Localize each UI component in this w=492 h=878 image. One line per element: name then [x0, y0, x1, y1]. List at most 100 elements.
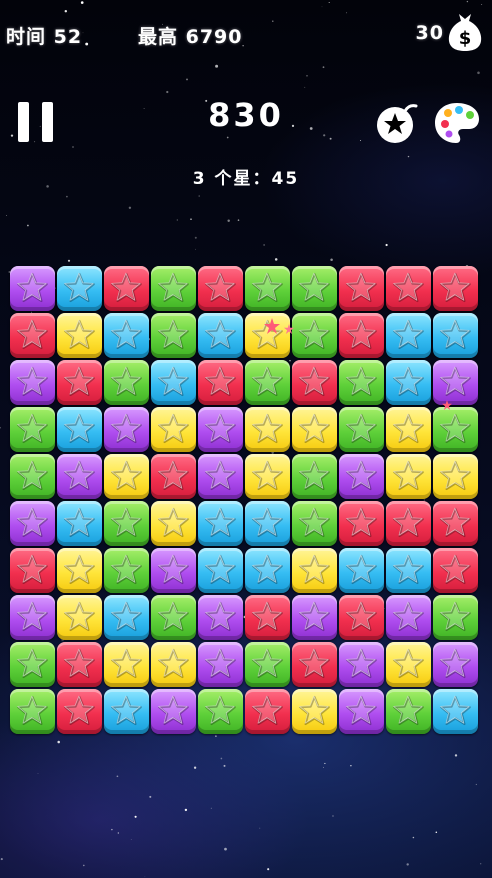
tile-green[interactable] — [151, 595, 196, 640]
tile-purple[interactable] — [10, 501, 55, 546]
tile-yellow[interactable] — [104, 642, 149, 687]
tile-purple[interactable] — [198, 407, 243, 452]
tile-blue[interactable] — [104, 689, 149, 734]
tile-red[interactable] — [433, 548, 478, 593]
tile-yellow[interactable] — [151, 642, 196, 687]
tile-red[interactable] — [339, 266, 384, 311]
tile-blue[interactable] — [151, 360, 196, 405]
tile-red[interactable] — [292, 360, 337, 405]
tile-blue[interactable] — [433, 313, 478, 358]
tile-red[interactable] — [339, 595, 384, 640]
tile-green[interactable] — [292, 454, 337, 499]
tile-yellow[interactable] — [292, 689, 337, 734]
tile-green[interactable] — [104, 548, 149, 593]
tile-blue[interactable] — [198, 501, 243, 546]
tile-purple[interactable] — [339, 454, 384, 499]
tile-purple[interactable] — [433, 360, 478, 405]
tile-green[interactable] — [292, 313, 337, 358]
tile-green[interactable] — [10, 454, 55, 499]
tile-blue[interactable] — [198, 548, 243, 593]
tile-green[interactable] — [151, 313, 196, 358]
tile-green[interactable] — [245, 360, 290, 405]
tile-purple[interactable] — [198, 454, 243, 499]
tile-purple[interactable] — [104, 407, 149, 452]
tile-purple[interactable] — [292, 595, 337, 640]
tile-green[interactable] — [10, 689, 55, 734]
tile-red[interactable] — [151, 454, 196, 499]
tile-yellow[interactable] — [292, 548, 337, 593]
tile-blue[interactable] — [104, 313, 149, 358]
tile-purple[interactable] — [198, 595, 243, 640]
tile-purple[interactable] — [151, 689, 196, 734]
tile-green[interactable] — [104, 501, 149, 546]
tile-red[interactable] — [292, 642, 337, 687]
tile-purple[interactable] — [57, 454, 102, 499]
tile-yellow[interactable] — [151, 407, 196, 452]
tile-purple[interactable] — [10, 360, 55, 405]
tile-red[interactable] — [198, 360, 243, 405]
tile-yellow[interactable] — [386, 642, 431, 687]
tile-green[interactable] — [151, 266, 196, 311]
tile-green[interactable] — [245, 642, 290, 687]
tile-blue[interactable] — [339, 548, 384, 593]
tile-red[interactable] — [10, 548, 55, 593]
tile-green[interactable] — [433, 595, 478, 640]
tile-red[interactable] — [57, 689, 102, 734]
tile-yellow[interactable] — [433, 454, 478, 499]
bomb-star-button[interactable] — [374, 100, 420, 146]
tile-blue[interactable] — [386, 360, 431, 405]
tile-purple[interactable] — [151, 548, 196, 593]
tile-red[interactable] — [104, 266, 149, 311]
tile-yellow[interactable] — [57, 595, 102, 640]
tile-blue[interactable] — [245, 501, 290, 546]
tile-purple[interactable] — [10, 595, 55, 640]
tile-purple[interactable] — [386, 595, 431, 640]
tile-red[interactable] — [433, 501, 478, 546]
tile-yellow[interactable] — [151, 501, 196, 546]
tile-purple[interactable] — [339, 689, 384, 734]
tile-green[interactable] — [433, 407, 478, 452]
tile-red[interactable] — [245, 689, 290, 734]
tile-green[interactable] — [245, 266, 290, 311]
tile-red[interactable] — [57, 360, 102, 405]
tile-blue[interactable] — [198, 313, 243, 358]
tile-yellow[interactable] — [386, 454, 431, 499]
tile-red[interactable] — [386, 266, 431, 311]
tile-blue[interactable] — [57, 501, 102, 546]
tile-green[interactable] — [10, 407, 55, 452]
tile-green[interactable] — [339, 407, 384, 452]
tile-green[interactable] — [292, 501, 337, 546]
tile-blue[interactable] — [433, 689, 478, 734]
tile-red[interactable] — [198, 266, 243, 311]
tile-blue[interactable] — [57, 266, 102, 311]
tile-blue[interactable] — [104, 595, 149, 640]
tile-purple[interactable] — [10, 266, 55, 311]
tile-red[interactable] — [339, 313, 384, 358]
tile-blue[interactable] — [245, 548, 290, 593]
tile-red[interactable] — [10, 313, 55, 358]
tile-blue[interactable] — [57, 407, 102, 452]
tile-yellow[interactable] — [57, 313, 102, 358]
tile-yellow[interactable] — [386, 407, 431, 452]
money-bag-icon[interactable]: $ — [446, 10, 484, 52]
tile-blue[interactable] — [386, 548, 431, 593]
tile-purple[interactable] — [433, 642, 478, 687]
tile-red[interactable] — [57, 642, 102, 687]
tile-green[interactable] — [292, 266, 337, 311]
tile-blue[interactable] — [386, 313, 431, 358]
tile-yellow[interactable] — [104, 454, 149, 499]
tile-yellow[interactable] — [245, 407, 290, 452]
tile-green[interactable] — [339, 360, 384, 405]
tile-red[interactable] — [339, 501, 384, 546]
tile-purple[interactable] — [339, 642, 384, 687]
tile-red[interactable] — [433, 266, 478, 311]
tile-purple[interactable] — [198, 642, 243, 687]
tile-green[interactable] — [10, 642, 55, 687]
tile-yellow[interactable] — [292, 407, 337, 452]
tile-green[interactable] — [386, 689, 431, 734]
tile-yellow[interactable] — [57, 548, 102, 593]
tile-red[interactable] — [245, 595, 290, 640]
tile-green[interactable] — [198, 689, 243, 734]
tile-red[interactable] — [386, 501, 431, 546]
tile-green[interactable] — [104, 360, 149, 405]
